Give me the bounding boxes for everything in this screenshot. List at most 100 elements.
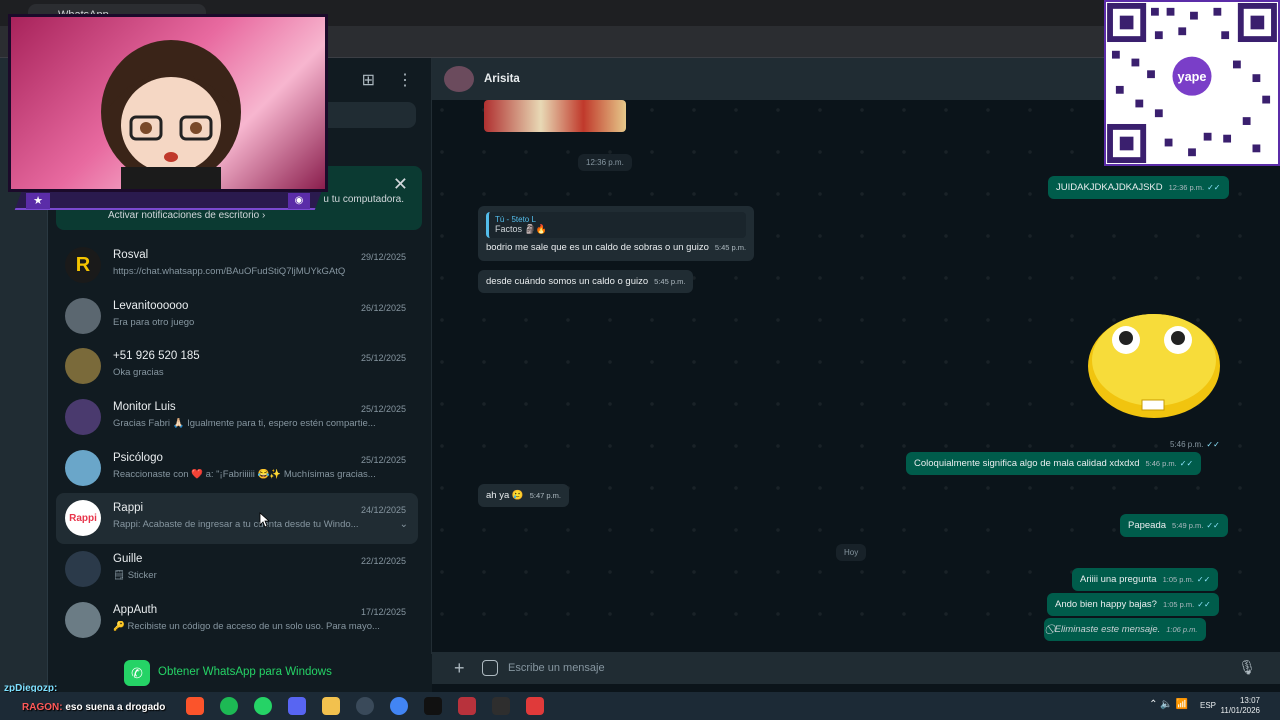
message-outgoing[interactable]: Ando bien happy bajas? 1:05 p.m. ✓✓ (1047, 593, 1219, 616)
chat-avatar[interactable] (65, 551, 101, 588)
emoji-sticker-icon[interactable] (482, 660, 498, 676)
tiktok-icon[interactable] (424, 697, 442, 715)
chevron-down-icon[interactable]: ⌄ (400, 519, 408, 530)
chat-avatar[interactable] (65, 348, 101, 385)
chat-name: Psicólogo (113, 451, 163, 464)
message-incoming-reply[interactable]: Tú - 5teto L Factos 🗿🔥 bodrio me sale qu… (478, 206, 755, 261)
notification-subtitle: u tu computadora. (323, 194, 404, 205)
message-text: JUIDAKJDKAJDKAJSKD (1056, 182, 1163, 193)
read-ticks-icon: ✓✓ (1206, 521, 1220, 530)
message-outgoing[interactable]: JUIDAKJDKAJDKAJSKD 12:36 p.m. ✓✓ (1048, 176, 1229, 199)
spotify-icon[interactable] (220, 697, 238, 715)
steam-icon[interactable] (356, 697, 374, 715)
contact-avatar[interactable] (444, 66, 474, 92)
stream-chat-text: eso suena a drogado (65, 702, 166, 713)
new-chat-icon[interactable]: ⊞ (362, 70, 375, 90)
webcam-overlay (8, 14, 328, 192)
message-text: Coloquialmente significa algo de mala ca… (914, 458, 1140, 469)
message-time: 5:45 p.m. (714, 243, 747, 252)
chat-avatar[interactable]: Rappi (65, 500, 101, 537)
chat-list-item[interactable]: +51 926 520 185 25/12/2025 Oka gracias (56, 341, 418, 392)
chat-name: Rosval (113, 249, 149, 261)
message-incoming[interactable]: desde cuándo somos un caldo o guizo 5:45 … (478, 270, 694, 293)
read-ticks-icon: ✓✓ (1197, 600, 1211, 609)
obs-icon[interactable] (492, 697, 510, 715)
chat-list-item[interactable]: Guille 22/12/2025 🗒 Sticker (56, 544, 418, 595)
chat-preview: 🔑 Recibiste un código de acceso de un so… (113, 620, 380, 632)
message-time: 5:46 p.m. (1170, 440, 1204, 449)
windows-taskbar: RAGON: eso suena a drogado ⌃ 🔈 📶 ESP 13:… (0, 692, 1280, 720)
message-time: 12:36 p.m. (1168, 183, 1205, 192)
contact-name[interactable]: Arisita (484, 73, 520, 85)
star-icon: ★ (26, 193, 50, 209)
webcam-frame-bar (14, 192, 322, 210)
language-indicator[interactable]: ESP (1200, 701, 1216, 710)
chat-name: Monitor Luis (113, 401, 176, 414)
app-icon[interactable] (526, 697, 544, 715)
chat-list-item[interactable]: Psicólogo 25/12/2025 Reaccionaste con ❤️ a… (56, 443, 418, 494)
message-text: Ando bien happy bajas? (1055, 599, 1157, 610)
read-ticks-icon: ✓✓ (1179, 459, 1194, 468)
quoted-author: Tú - 5teto L (495, 215, 536, 224)
menu-kebab-icon[interactable]: ⋮ (397, 70, 413, 90)
enable-notifications-link[interactable]: Activar notificaciones de escritorio › (108, 210, 265, 221)
read-ticks-icon: ✓✓ (1207, 183, 1221, 192)
message-outgoing[interactable]: Papeada 5:49 p.m. ✓✓ (1120, 514, 1228, 537)
chat-list-item[interactable]: Rappi Rappi 24/12/2025 Rappi: Acabaste de i… (56, 493, 418, 545)
chat-avatar[interactable] (65, 297, 101, 334)
chat-avatar[interactable]: R (65, 247, 101, 283)
whatsapp-icon[interactable] (254, 697, 272, 715)
chat-list: R Rosval 29/12/2025 https://chat.whatsapp.c… (56, 240, 418, 646)
system-tray-icons[interactable]: ⌃ 🔈 📶 (1149, 699, 1188, 710)
image-message-thumbnail[interactable] (484, 100, 626, 132)
chat-list-item[interactable]: Levanitoooooo 26/12/2025 Era para otro jue… (56, 291, 418, 342)
attach-plus-icon[interactable]: + (454, 658, 465, 679)
get-app-link[interactable]: Obtener WhatsApp para Windows (158, 666, 332, 678)
chat-date: 29/12/2025 (360, 252, 406, 262)
message-text: ah ya 🥲 (486, 490, 524, 501)
chat-preview: Rappi: Acabaste de ingresar a tu cuenta … (113, 519, 359, 531)
avatar-initial: R (75, 253, 91, 276)
chat-avatar[interactable] (65, 449, 101, 486)
sticker-emoji-face[interactable] (1086, 310, 1222, 420)
yape-qr-code: yape (1104, 0, 1280, 166)
chat-list-item[interactable]: AppAuth 17/12/2025 🔑 Recibiste un código d… (56, 595, 418, 646)
message-text: Papeada (1128, 520, 1167, 531)
message-outgoing[interactable]: Coloquialmente significa algo de mala ca… (906, 452, 1202, 475)
discord-icon[interactable] (288, 697, 306, 715)
message-text: bodrio me sale que es un caldo de sobras… (486, 242, 709, 253)
chat-name: AppAuth (113, 603, 158, 616)
chrome-icon[interactable] (390, 697, 408, 715)
valorant-icon[interactable] (458, 697, 476, 715)
message-time: 5:46 p.m. (1145, 459, 1177, 468)
chat-preview: Oka gracias (113, 367, 164, 379)
badge-icon: ◉ (288, 193, 310, 209)
chat-list-item[interactable]: Monitor Luis 25/12/2025 Gracias Fabri 🙏🏻 I… (56, 392, 418, 443)
quoted-message[interactable]: Tú - 5teto L Factos 🗿🔥 (486, 212, 747, 238)
chat-avatar[interactable] (65, 399, 101, 436)
panel-header-actions: ⊞ ⋮ (362, 70, 413, 90)
chat-preview: Reaccionaste con ❤️ a: "¡Fabriiiiii 😂✨ M… (113, 468, 376, 480)
chat-preview: https://chat.whatsapp.com/BAuOFudStiQ7lj… (113, 266, 346, 277)
chat-list-item[interactable]: R Rosval 29/12/2025 https://chat.whatsapp.c… (56, 240, 418, 291)
brave-browser-icon[interactable] (186, 697, 204, 715)
message-incoming[interactable]: ah ya 🥲 5:47 p.m. (478, 484, 569, 507)
microphone-icon[interactable]: 🎙 (1238, 659, 1256, 676)
message-deleted[interactable]: ⃠ Eliminaste este mensaje.1:06 p.m. (1044, 618, 1206, 641)
chat-date: 22/12/2025 (360, 556, 406, 567)
file-explorer-icon[interactable] (322, 697, 340, 715)
clock-date: 11/01/2026 (1220, 706, 1260, 715)
message-input[interactable] (508, 656, 1228, 680)
chat-name: Rappi (113, 502, 144, 515)
chat-date: 25/12/2025 (360, 404, 406, 415)
message-time: 1:06 p.m. (1166, 625, 1198, 634)
message-outgoing[interactable]: Ariiii una pregunta 1:05 p.m. ✓✓ (1072, 568, 1219, 591)
chat-date: 24/12/2025 (360, 505, 406, 516)
chat-avatar[interactable] (65, 601, 101, 638)
clock[interactable]: 13:07 11/01/2026 (1221, 696, 1260, 716)
chat-date: 26/12/2025 (360, 302, 406, 313)
get-app-banner[interactable]: ✆ Obtener WhatsApp para Windows (48, 654, 432, 692)
chat-date: 25/12/2025 (360, 454, 406, 465)
close-icon[interactable]: ✕ (393, 174, 408, 195)
chat-date: 17/12/2025 (360, 606, 406, 617)
